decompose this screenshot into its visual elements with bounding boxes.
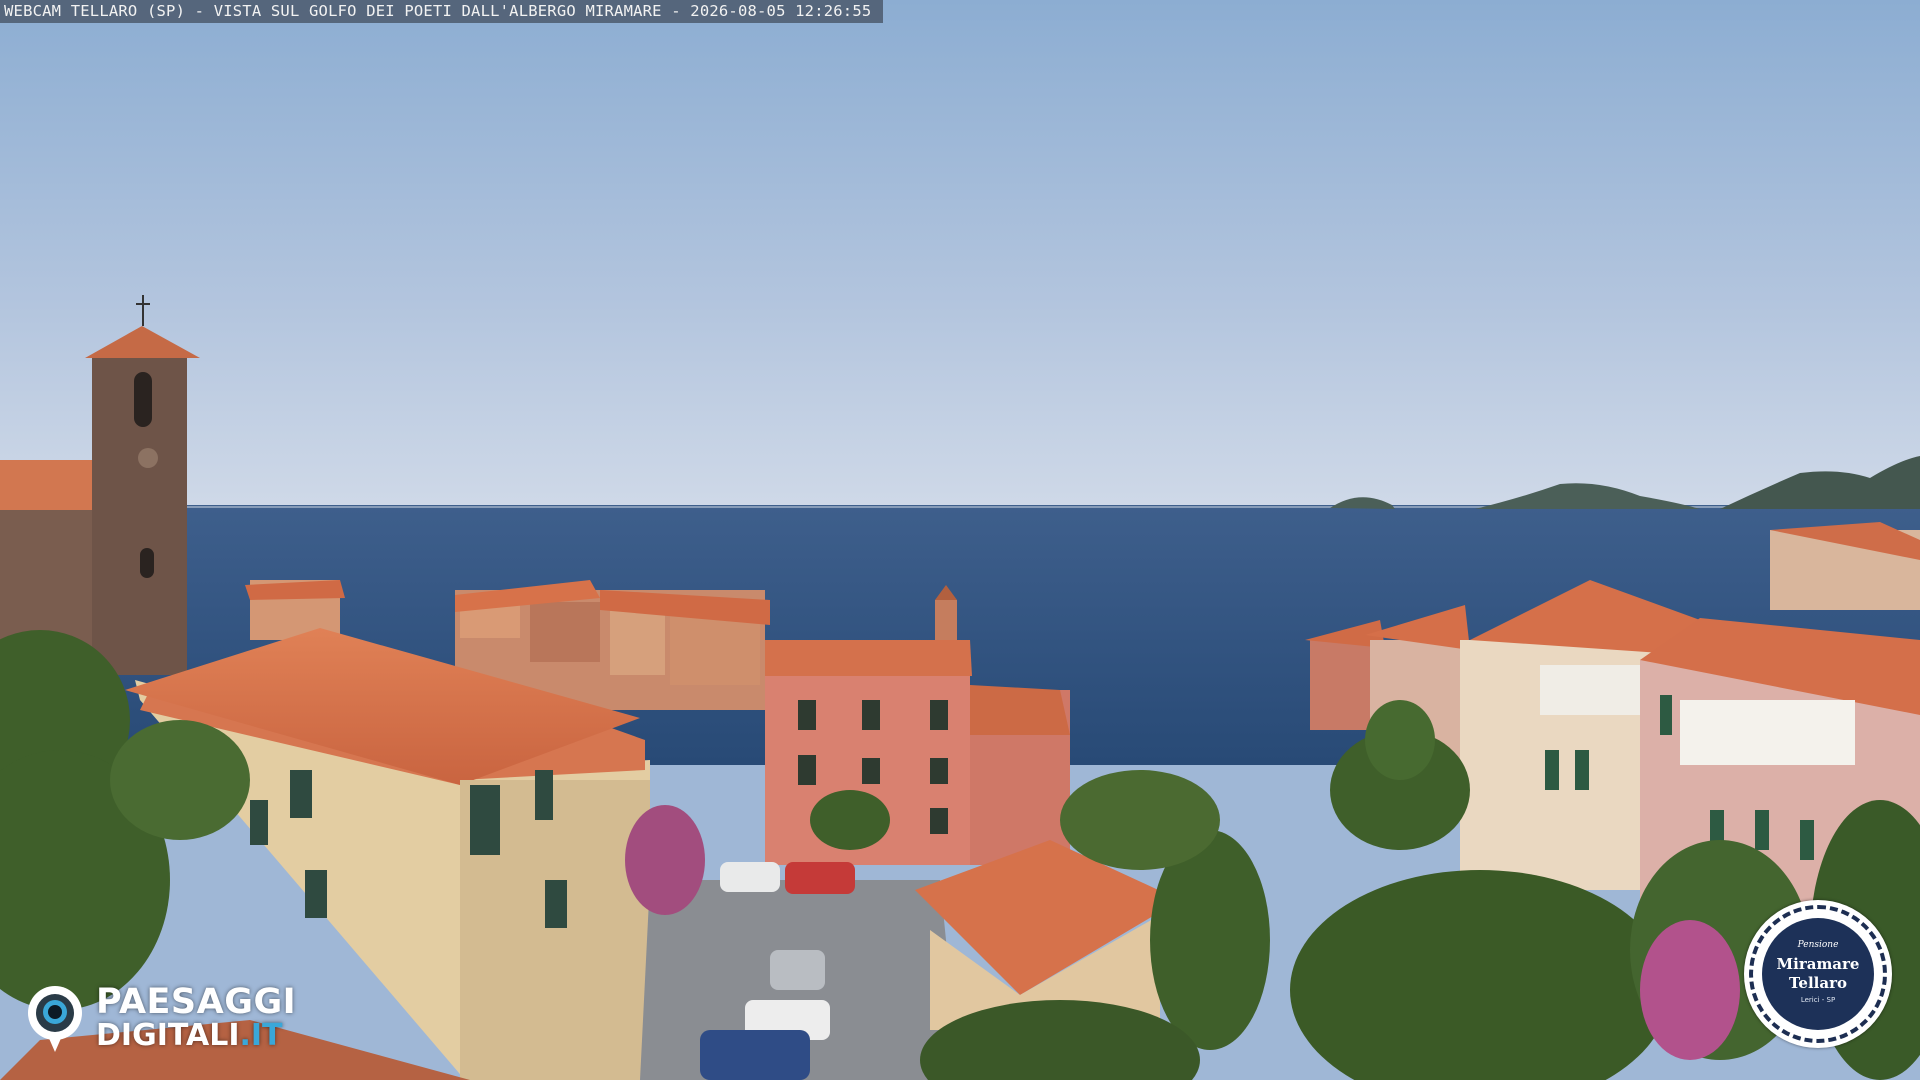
miramare-tellaro-badge: Pensione Miramare Tellaro Lerici - SP bbox=[1744, 900, 1892, 1048]
webcam-caption: WEBCAM TELLARO (SP) - VISTA SUL GOLFO DE… bbox=[0, 0, 884, 23]
badge-footer: Lerici - SP bbox=[1800, 996, 1836, 1004]
paesaggi-digitali-logo: PAESAGGI DIGITALI.IT bbox=[28, 982, 348, 1054]
webcam-scene bbox=[0, 0, 1920, 1080]
sky bbox=[0, 0, 1920, 510]
logo-line1: PAESAGGI bbox=[96, 982, 297, 1022]
badge-line1: Miramare bbox=[1776, 955, 1860, 973]
badge-line2: Tellaro bbox=[1788, 974, 1847, 992]
eye-logo-icon bbox=[28, 986, 82, 1052]
logo-line2: DIGITALI.IT bbox=[96, 1018, 283, 1053]
badge-small-text: Pensione bbox=[1797, 940, 1839, 950]
